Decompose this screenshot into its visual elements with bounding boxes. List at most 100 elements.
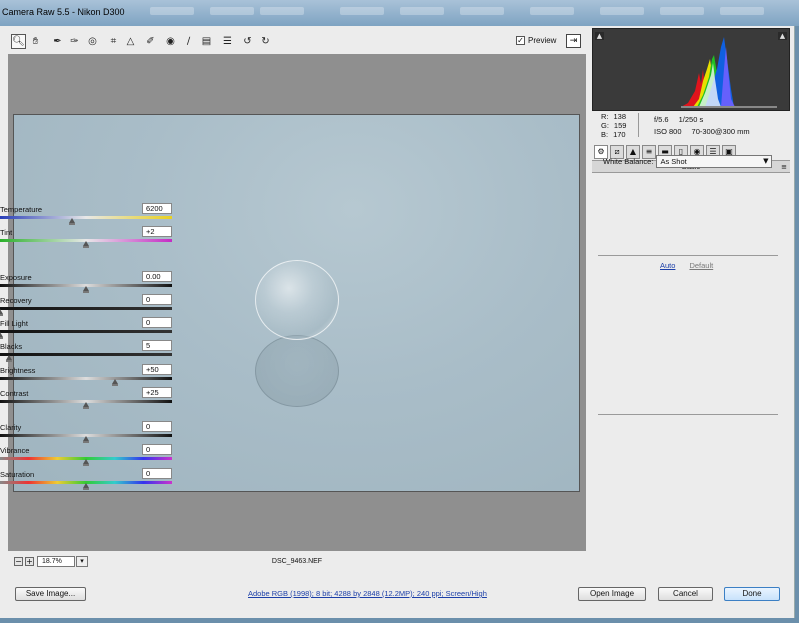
background-tab	[210, 7, 254, 15]
open-image-button[interactable]: Open Image	[578, 587, 646, 601]
slider-blacks: Blacks 5	[0, 340, 172, 364]
straighten-tool-icon[interactable]: △	[123, 34, 138, 49]
slider-value-field[interactable]: 0	[142, 444, 172, 455]
bubble-reflection	[255, 335, 339, 407]
aperture-value: f/5.6	[654, 115, 669, 124]
background-tab	[530, 7, 574, 15]
slider-thumb[interactable]	[5, 355, 12, 362]
slider-thumb[interactable]	[0, 309, 3, 316]
slider-track[interactable]	[0, 377, 172, 380]
slider-tint: Tint +2	[0, 226, 172, 250]
background-tab	[460, 7, 504, 15]
white-balance-value: As Shot	[660, 157, 687, 166]
slider-value-field[interactable]: +2	[142, 226, 172, 237]
slider-track[interactable]	[0, 353, 172, 356]
camera-raw-window: 🔍︎ ✋︎ ✒ ✑ ◎ ⌗ △ ✐ ◉ ∕ ▤ ☰ ↺ ↻ ✓ Preview …	[0, 26, 795, 618]
cancel-button[interactable]: Cancel	[658, 587, 713, 601]
slider-track[interactable]	[0, 307, 172, 310]
background-tab	[720, 7, 764, 15]
slider-value-field[interactable]: 5	[142, 340, 172, 351]
background-tab	[260, 7, 304, 15]
preview-toggle[interactable]: ✓ Preview	[516, 36, 556, 45]
background-tab	[600, 7, 644, 15]
auto-link[interactable]: Auto	[660, 261, 675, 270]
slider-value-field[interactable]: +50	[142, 364, 172, 375]
slider-thumb[interactable]	[83, 483, 89, 490]
slider-saturation: Saturation 0	[0, 468, 172, 492]
toolbar: 🔍︎ ✋︎ ✒ ✑ ◎ ⌗ △ ✐ ◉ ∕ ▤ ☰ ↺ ↻ ✓ Preview …	[8, 31, 586, 53]
white-balance-label: White Balance:	[603, 157, 654, 166]
preferences-icon[interactable]: ☰	[220, 34, 235, 49]
slider-thumb[interactable]	[0, 332, 3, 339]
white-balance-tool-icon[interactable]: ✒	[50, 34, 65, 49]
separator	[598, 414, 778, 415]
spot-removal-tool-icon[interactable]: ✐	[143, 34, 158, 49]
white-balance-select[interactable]: As Shot ▼	[656, 155, 773, 168]
slider-thumb[interactable]	[83, 459, 89, 466]
workflow-options-link[interactable]: Adobe RGB (1998); 8 bit; 4288 by 2848 (1…	[248, 589, 487, 598]
adjustment-brush-icon[interactable]: ∕	[181, 34, 196, 49]
slider-track[interactable]	[0, 216, 172, 219]
done-button[interactable]: Done	[724, 587, 780, 601]
r-label: R:	[601, 112, 609, 121]
red-eye-removal-tool-icon[interactable]: ◉	[163, 34, 178, 49]
slider-label: Blacks	[0, 342, 23, 351]
save-image-button[interactable]: Save Image...	[15, 587, 86, 601]
shutter-value: 1/250 s	[678, 115, 704, 124]
r-value: 138	[613, 112, 627, 121]
lens-value: 70-300@300 mm	[691, 127, 750, 136]
slider-brightness: Brightness +50	[0, 364, 172, 388]
slider-thumb[interactable]	[83, 402, 89, 409]
crop-tool-icon[interactable]: ⌗	[106, 34, 121, 49]
slider-label: Exposure	[0, 273, 32, 282]
slider-value-field[interactable]: 0	[142, 468, 172, 479]
slider-label: Tint	[0, 228, 13, 237]
slider-label: Fill Light	[0, 319, 28, 328]
slider-fill-light: Fill Light 0	[0, 317, 172, 341]
slider-label: Temperature	[0, 205, 43, 214]
g-value: 159	[613, 121, 627, 130]
bubble	[255, 260, 339, 340]
hand-tool-icon[interactable]: ✋︎	[28, 34, 43, 49]
rotate-ccw-icon[interactable]: ↺	[240, 34, 255, 49]
slider-clarity: Clarity 0	[0, 421, 172, 445]
fullscreen-toggle-icon[interactable]: ⇥	[566, 34, 581, 48]
targeted-adjustment-tool-icon[interactable]: ◎	[85, 34, 100, 49]
preview-label: Preview	[528, 36, 557, 45]
background-tab	[340, 7, 384, 15]
preview-checkbox[interactable]: ✓	[516, 36, 525, 45]
separator	[598, 255, 778, 256]
slider-thumb[interactable]	[83, 241, 89, 248]
iso-value: ISO 800	[654, 127, 682, 136]
histogram: ▲ ▲	[592, 28, 790, 111]
b-label: B:	[601, 130, 609, 139]
white-balance-row: White Balance: As Shot ▼	[603, 155, 773, 168]
slider-track[interactable]	[0, 330, 172, 333]
slider-vibrance: Vibrance 0	[0, 444, 172, 468]
rotate-cw-icon[interactable]: ↻	[258, 34, 273, 49]
background-tab	[660, 7, 704, 15]
slider-value-field[interactable]: 0	[142, 421, 172, 432]
slider-thumb[interactable]	[83, 436, 89, 443]
slider-value-field[interactable]: 0	[142, 317, 172, 328]
slider-thumb[interactable]	[112, 379, 119, 386]
default-link[interactable]: Default	[689, 261, 713, 270]
color-sampler-tool-icon[interactable]: ✑	[67, 34, 82, 49]
bottom-bar: Save Image... Adobe RGB (1998); 8 bit; 4…	[0, 579, 795, 618]
slider-value-field[interactable]: 0	[142, 294, 172, 305]
slider-recovery: Recovery 0	[0, 294, 172, 318]
graduated-filter-icon[interactable]: ▤	[199, 34, 214, 49]
panel-menu-icon[interactable]: ≡	[781, 162, 787, 173]
title-bar: Camera Raw 5.5 - Nikon D300	[0, 0, 799, 26]
slider-value-field[interactable]: +25	[142, 387, 172, 398]
file-name: DSC_9463.NEF	[271, 558, 323, 565]
slider-contrast: Contrast +25	[0, 387, 172, 411]
slider-value-field[interactable]: 6200	[142, 203, 172, 214]
zoom-tool-icon[interactable]: 🔍︎	[11, 34, 26, 49]
g-label: G:	[601, 121, 609, 130]
slider-value-field[interactable]: 0.00	[142, 271, 172, 282]
slider-thumb[interactable]	[69, 218, 76, 225]
histogram-graph	[681, 37, 777, 108]
slider-thumb[interactable]	[83, 286, 89, 293]
slider-exposure: Exposure 0.00	[0, 271, 172, 295]
